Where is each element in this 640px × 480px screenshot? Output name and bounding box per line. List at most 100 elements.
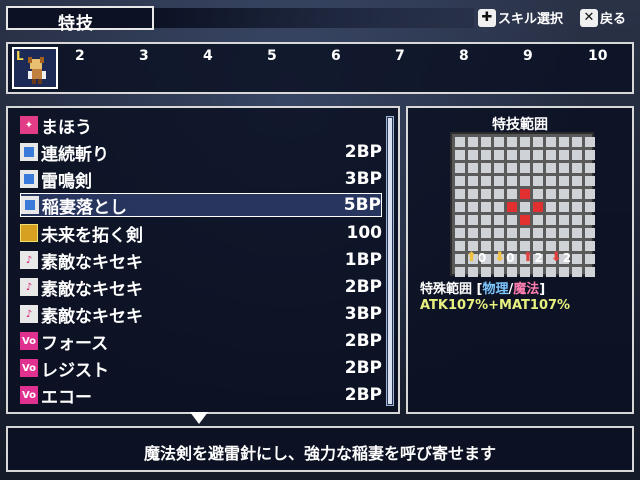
party-slot-1[interactable]: L <box>12 47 58 89</box>
skill-row-selected[interactable]: 稲妻落とし 5BP <box>20 193 382 218</box>
range-cell <box>546 150 556 160</box>
range-cell <box>481 202 491 212</box>
party-slot-3[interactable]: 3 <box>139 48 149 64</box>
skill-row[interactable]: ♪ 素敵なキセキ 3BP <box>20 302 382 327</box>
skill-row[interactable]: Vo エコー 2BP <box>20 383 382 408</box>
skill-icon <box>20 170 38 188</box>
range-cell <box>559 228 569 238</box>
character-portrait-icon <box>28 57 46 84</box>
party-slot-9[interactable]: 9 <box>523 48 533 64</box>
up-arrow-icon: ⬆ <box>466 250 477 265</box>
skill-name: 素敵なキセキ <box>41 279 143 300</box>
skill-row[interactable]: ♪ 素敵なキセキ 1BP <box>20 248 382 273</box>
stat-value: 2 <box>562 250 572 265</box>
range-cell-active <box>520 189 530 199</box>
skill-row[interactable]: 連続斬り 2BP <box>20 140 382 165</box>
party-slot-10[interactable]: 10 <box>588 48 607 64</box>
special-range: 特殊範囲 [物理/魔法] <box>420 278 545 297</box>
range-cell <box>572 228 582 238</box>
range-cell <box>546 267 556 277</box>
list-scrollbar[interactable] <box>386 116 394 406</box>
skill-name: 未来を拓く剣 <box>41 225 143 246</box>
range-cell <box>507 215 517 225</box>
range-cell <box>494 228 504 238</box>
range-cell <box>559 150 569 160</box>
range-cell <box>585 163 595 173</box>
range-cell <box>481 163 491 173</box>
wand-icon: ✦ <box>20 116 38 134</box>
party-slot-2[interactable]: 2 <box>75 48 85 64</box>
party-slot-6[interactable]: 6 <box>331 48 341 64</box>
range-cell <box>507 163 517 173</box>
range-cell <box>481 215 491 225</box>
range-cell <box>572 189 582 199</box>
magic-label: 魔法 <box>513 282 540 297</box>
skill-description: 魔法剣を避雷針にし、強力な稲妻を呼び寄せます <box>143 444 496 463</box>
more-arrow-icon <box>190 412 208 424</box>
range-cell <box>572 150 582 160</box>
stat-value: 0 <box>477 250 487 265</box>
range-cell <box>585 150 595 160</box>
range-cell <box>572 267 582 277</box>
range-cell <box>546 137 556 147</box>
range-cell <box>559 189 569 199</box>
range-cell <box>455 267 465 277</box>
skill-row[interactable]: ✦ まほう <box>20 113 382 138</box>
skill-row[interactable]: Vo フォース 2BP <box>20 329 382 354</box>
range-cell <box>468 202 478 212</box>
skill-cost: 2BP <box>344 142 382 162</box>
skill-cost: 1BP <box>344 250 382 270</box>
description-panel: 魔法剣を避雷針にし、強力な稲妻を呼び寄せます <box>6 426 634 472</box>
skill-row[interactable]: 未来を拓く剣 100 <box>20 221 383 246</box>
down-arrow-icon: ⬇ <box>550 250 562 265</box>
skill-row[interactable]: Vo レジスト 2BP <box>20 356 382 381</box>
range-cell <box>507 176 517 186</box>
range-cell <box>533 189 543 199</box>
skill-cost: 100 <box>346 223 383 243</box>
down-arrow-icon: ⬇ <box>494 250 506 265</box>
range-cell <box>494 137 504 147</box>
skill-row[interactable]: 雷鳴剣 3BP <box>20 167 382 192</box>
skill-row[interactable]: ♪ 素敵なキセキ 2BP <box>20 275 382 300</box>
party-slot-4[interactable]: 4 <box>203 48 213 64</box>
scrollbar-thumb[interactable] <box>388 118 392 404</box>
up-arrow-icon: ⬆ <box>522 250 534 265</box>
range-cell <box>585 267 595 277</box>
range-cell <box>520 267 530 277</box>
gold-skill-icon <box>20 224 38 242</box>
range-cell <box>559 267 569 277</box>
skill-icon <box>20 143 38 161</box>
skill-name: レジスト <box>41 360 109 381</box>
range-cell <box>468 267 478 277</box>
range-cell <box>572 241 582 251</box>
range-cell <box>468 189 478 199</box>
skill-name: フォース <box>41 333 109 354</box>
skill-cost: 2BP <box>344 277 382 297</box>
range-cell <box>481 189 491 199</box>
title-box: 特技 <box>6 6 154 34</box>
range-cell <box>559 163 569 173</box>
range-cell <box>507 150 517 160</box>
range-cell-active <box>507 202 517 212</box>
party-slot-7[interactable]: 7 <box>395 48 405 64</box>
range-cell <box>520 202 530 212</box>
range-cell <box>520 150 530 160</box>
skill-name: まほう <box>41 117 92 138</box>
skill-name: エコー <box>41 387 92 408</box>
range-cell <box>572 163 582 173</box>
skill-cost: 2BP <box>344 385 382 405</box>
note-icon: ♪ <box>20 305 38 323</box>
special-label: 特殊範囲 [ <box>420 282 483 297</box>
range-cell <box>455 254 465 264</box>
voice-icon: Vo <box>20 332 38 350</box>
range-cell <box>546 176 556 186</box>
party-slot-8[interactable]: 8 <box>459 48 469 64</box>
range-cell-active <box>520 215 530 225</box>
range-cell <box>572 202 582 212</box>
range-cell <box>494 176 504 186</box>
help-select-label: スキル選択 <box>498 12 564 27</box>
party-slot-5[interactable]: 5 <box>267 48 277 64</box>
range-cell <box>468 137 478 147</box>
physical-label: 物理 <box>482 282 509 297</box>
range-cell <box>533 215 543 225</box>
